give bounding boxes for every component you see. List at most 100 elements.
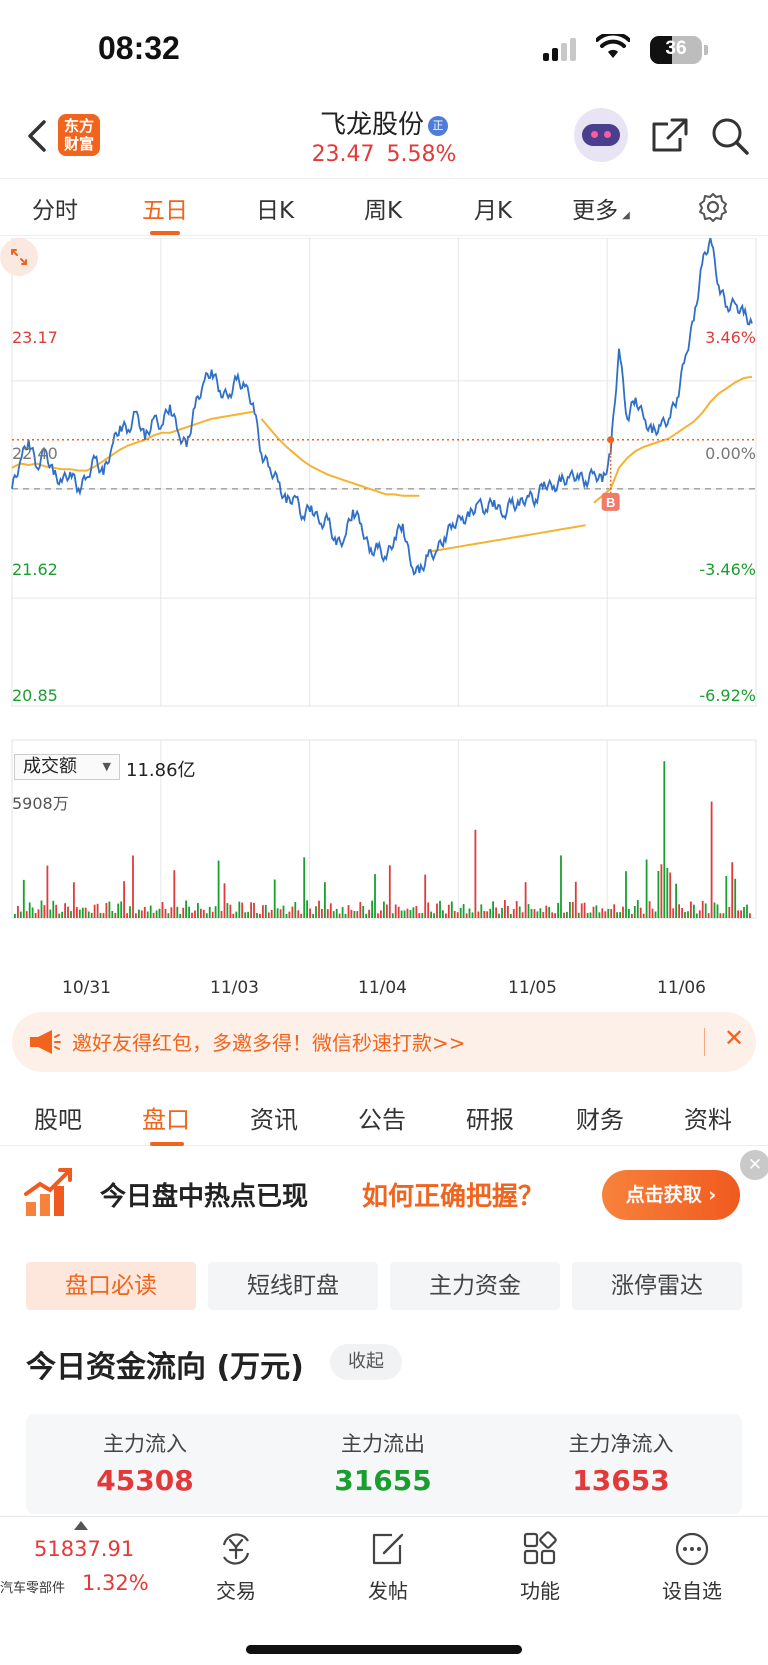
volume-bar bbox=[117, 903, 120, 918]
volume-bar bbox=[684, 912, 686, 918]
nav-add-watchlist[interactable]: 设自选 bbox=[642, 1531, 742, 1604]
share-icon[interactable] bbox=[650, 116, 690, 156]
tab-monthly-k[interactable]: 月K bbox=[438, 191, 548, 225]
nav-post[interactable]: 发帖 bbox=[338, 1531, 438, 1604]
volume-bar bbox=[318, 900, 320, 918]
volume-bar bbox=[191, 912, 193, 918]
volume-bar bbox=[17, 906, 19, 918]
volume-bar bbox=[220, 911, 223, 918]
volume-bar bbox=[143, 906, 146, 918]
volume-bar bbox=[158, 908, 161, 918]
tab-daily-k[interactable]: 日K bbox=[220, 191, 330, 225]
volume-bar bbox=[391, 913, 394, 918]
volume-bar bbox=[524, 882, 527, 918]
volume-bar bbox=[604, 911, 607, 918]
volume-bar bbox=[616, 912, 618, 918]
volume-bar bbox=[725, 876, 728, 918]
get-info-button[interactable]: 点击获取 › bbox=[602, 1170, 740, 1220]
volume-bar bbox=[607, 908, 610, 918]
status-bar: 08:32 36 bbox=[0, 0, 768, 100]
volume-bar bbox=[247, 911, 249, 918]
tab-announcements[interactable]: 公告 bbox=[328, 1100, 436, 1135]
fund-flow-title: 今日资金流向 (万元) bbox=[26, 1350, 304, 1385]
edit-post-icon bbox=[372, 1533, 404, 1565]
tab-profile[interactable]: 资料 bbox=[654, 1100, 762, 1135]
volume-bar bbox=[303, 857, 306, 918]
volume-bar bbox=[149, 905, 152, 918]
volume-bar bbox=[102, 913, 105, 918]
volume-bar bbox=[586, 913, 589, 918]
tab-more[interactable]: 更多 ◢ bbox=[546, 191, 656, 225]
volume-bar bbox=[87, 911, 90, 918]
volume-bar bbox=[335, 908, 338, 918]
volume-bar bbox=[436, 903, 438, 918]
nav-trade[interactable]: 交易 bbox=[186, 1531, 286, 1604]
pill-short-term[interactable]: 短线盯盘 bbox=[208, 1262, 378, 1310]
volume-bar bbox=[226, 903, 229, 918]
x-label-date-3: 11/04 bbox=[358, 978, 407, 998]
volume-bar bbox=[123, 881, 125, 918]
volume-bar bbox=[424, 874, 427, 918]
volume-bar bbox=[253, 902, 255, 918]
info-tabs: 股吧 盘口 资讯 公告 研报 财务 资料 bbox=[0, 1086, 768, 1146]
promo-close-icon[interactable]: ✕ bbox=[740, 1150, 768, 1180]
volume-bar bbox=[722, 913, 725, 918]
settings-gear-icon[interactable] bbox=[697, 191, 729, 223]
flow-outflow: 主力流出 31655 bbox=[334, 1432, 432, 1497]
bottom-bar: 51837.91 汽车零部件 1.32% 交易 发帖 功能 设自选 bbox=[0, 1516, 768, 1665]
pill-main-funds[interactable]: 主力资金 bbox=[390, 1262, 560, 1310]
volume-bar bbox=[383, 901, 385, 918]
tab-five-day[interactable]: 五日 bbox=[110, 191, 220, 235]
volume-bar bbox=[746, 904, 748, 918]
volume-bar bbox=[55, 904, 58, 918]
collapse-button[interactable]: 收起 bbox=[330, 1344, 402, 1380]
volume-bar bbox=[468, 908, 471, 918]
volume-bar bbox=[49, 909, 52, 918]
pill-must-read[interactable]: 盘口必读 bbox=[26, 1262, 196, 1310]
tab-financials[interactable]: 财务 bbox=[546, 1100, 654, 1135]
volume-bar bbox=[619, 912, 621, 918]
volume-bar bbox=[477, 911, 480, 918]
five-day-chart[interactable]: B 23.17 22.40 21.62 20.85 3.46% 0.00% -3… bbox=[0, 238, 768, 998]
pill-limit-up-radar[interactable]: 涨停雷达 bbox=[572, 1262, 742, 1310]
flow-net-inflow: 主力净流入 13653 bbox=[568, 1432, 674, 1497]
volume-bar bbox=[155, 910, 158, 918]
banner-close-icon[interactable]: ✕ bbox=[724, 1024, 744, 1052]
volume-bar bbox=[300, 913, 303, 918]
home-indicator bbox=[246, 1645, 522, 1654]
tab-intraday[interactable]: 分时 bbox=[0, 191, 110, 225]
volume-bar bbox=[663, 761, 666, 918]
volume-metric-select[interactable]: 成交额 ▼ bbox=[14, 754, 120, 780]
tab-news[interactable]: 资讯 bbox=[220, 1100, 328, 1135]
volume-bar bbox=[176, 906, 179, 918]
volume-bar bbox=[347, 905, 350, 918]
volume-bar bbox=[409, 910, 412, 918]
volume-bar bbox=[37, 909, 40, 918]
volume-bar bbox=[138, 909, 140, 918]
volume-bar bbox=[64, 903, 66, 918]
tab-order-book[interactable]: 盘口 bbox=[112, 1100, 220, 1146]
volume-bar bbox=[332, 911, 335, 918]
tab-research[interactable]: 研报 bbox=[436, 1100, 544, 1135]
volume-bar bbox=[353, 911, 356, 918]
wifi-icon bbox=[596, 34, 630, 58]
tab-forum[interactable]: 股吧 bbox=[4, 1100, 112, 1135]
volume-bar bbox=[737, 910, 739, 918]
volume-bar bbox=[43, 905, 46, 918]
hotspot-promo[interactable]: 今日盘中热点已现 如何正确把握？ 点击获取 › ✕ bbox=[0, 1150, 768, 1240]
nav-functions[interactable]: 功能 bbox=[490, 1531, 590, 1604]
tab-weekly-k[interactable]: 周K bbox=[328, 191, 438, 225]
search-icon[interactable] bbox=[710, 116, 750, 156]
stock-price: 23.47 bbox=[311, 142, 375, 167]
volume-bar bbox=[58, 913, 61, 918]
volume-bar bbox=[456, 912, 459, 918]
expand-icon[interactable] bbox=[0, 238, 38, 276]
volume-bar bbox=[492, 901, 494, 918]
ai-assistant-icon[interactable] bbox=[574, 108, 628, 162]
volume-bar bbox=[152, 912, 155, 918]
verified-badge: 正 bbox=[428, 116, 448, 136]
sector-index-name: 汽车零部件 bbox=[0, 1581, 66, 1596]
invite-banner[interactable]: 邀好友得红包，多邀多得！微信秒速打款>> ✕ bbox=[12, 1012, 756, 1072]
volume-bar bbox=[84, 907, 87, 918]
volume-bar bbox=[507, 905, 509, 918]
